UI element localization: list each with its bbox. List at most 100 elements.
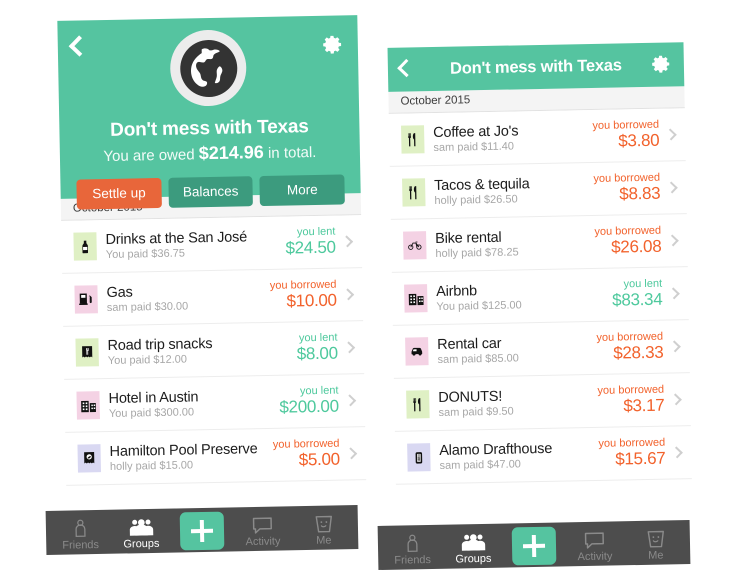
expense-row[interactable]: Drinks at the San José You paid $36.75 you… [61,215,363,274]
expense-share-label: you lent [623,277,663,291]
expense-share-label: you lent [298,331,338,345]
expense-payer: You paid $36.75 [105,247,186,261]
tab-friends[interactable]: Friends [50,518,111,555]
expense-payer: sam paid $11.40 [433,139,515,154]
group-header-right: Don't mess with Texas [387,42,685,92]
group-icon [111,517,172,538]
expense-share: you borrowed $10.00 [270,279,337,312]
expense-text: Rental car sam paid $85.00 [437,333,597,365]
plus-icon [523,535,545,557]
back-chevron-icon[interactable] [68,35,90,57]
chevron-right-icon [341,235,354,248]
expense-share-amount: $8.83 [619,183,661,204]
bottom-tabbar-left: Friends Groups Activity Me [45,505,359,555]
expense-row[interactable]: Tacos & tequila holly paid $26.50 you borr… [389,161,687,220]
expense-row[interactable]: DONUTS! sam paid $9.50 you borrowed $3.17 [393,373,691,432]
expense-row[interactable]: Road trip snacks You paid $12.00 you lent $… [63,321,365,380]
speech-bubble-icon [232,514,293,535]
expense-share: you borrowed $3.80 [592,119,659,152]
add-expense-tile[interactable] [511,526,557,566]
expense-share: you borrowed $28.33 [596,331,663,364]
group-balance-summary: You are owed $214.96 in total. [74,140,346,166]
gear-icon[interactable] [322,33,344,55]
expense-payer: sam paid $47.00 [439,457,521,472]
expense-share-label: you lent [299,384,339,398]
tab-label: Friends [394,553,432,567]
tab-label: Groups [455,552,492,566]
expense-payer: holly paid $26.50 [434,192,518,207]
chevron-right-icon [665,181,678,194]
expense-share-amount: $8.00 [296,343,338,364]
balances-button[interactable]: Balances [168,176,254,208]
expense-text: Coffee at Jo's sam paid $11.40 [433,121,593,154]
chevron-right-icon [668,340,681,353]
expense-row[interactable]: Bike rental holly paid $78.25 you borrowed… [390,214,688,273]
chevron-right-icon [345,447,358,460]
add-expense-tile[interactable] [179,511,225,551]
expense-row[interactable]: Hamilton Pool Preserve holly paid $15.00 y… [65,427,367,486]
expense-share: you borrowed $26.08 [594,225,661,258]
expense-row[interactable]: Alamo Drafthouse sam paid $47.00 you borro… [394,426,692,485]
expense-row[interactable]: Rental car sam paid $85.00 you borrowed $28… [392,320,690,379]
back-chevron-icon[interactable] [397,58,416,78]
expense-text: Drinks at the San José You paid $36.75 [105,228,285,261]
expense-payer: You paid $300.00 [108,405,195,420]
car-icon [405,337,429,366]
globe-avatar-icon [179,38,238,98]
expense-text: Bike rental holly paid $78.25 [435,227,595,259]
more-button[interactable]: More [259,174,345,207]
group-header-left: Don't mess with Texas You are owed $214.… [57,15,361,210]
cutlery-icon [402,178,426,207]
plus-icon [191,520,213,542]
film-icon [407,443,431,472]
expense-share-amount: $5.00 [298,449,340,470]
add-expense-button[interactable] [503,526,565,567]
smiley-cup-icon [293,513,354,534]
expense-row[interactable]: Hotel in Austin You paid $300.00 you lent $… [64,374,366,433]
person-icon [382,533,443,554]
expense-share: you borrowed $15.67 [598,437,665,470]
group-action-buttons: Settle up Balances More [74,174,347,210]
expense-row[interactable]: Airbnb You paid $125.00 you lent $83.34 [391,267,689,326]
group-title: Don't mess with Texas [449,55,622,78]
expense-share-amount: $15.67 [615,448,666,469]
cutlery-icon [406,390,430,419]
chevron-right-icon [667,287,680,300]
expense-payer: sam paid $85.00 [437,351,519,366]
expense-title: Bike rental [435,229,502,247]
tab-friends[interactable]: Friends [382,533,443,570]
expense-share-amount: $3.80 [618,130,660,151]
tab-me[interactable]: Me [293,513,354,550]
expense-share: you borrowed $8.83 [593,172,660,205]
add-expense-button[interactable] [171,511,233,552]
chevron-right-icon [670,446,683,459]
expense-payer: You paid $125.00 [436,298,522,313]
tab-groups[interactable]: Groups [443,532,504,569]
group-avatar[interactable] [169,29,247,107]
expense-share-amount: $83.34 [612,289,663,310]
gear-icon[interactable] [651,53,672,74]
tab-activity[interactable]: Activity [232,514,293,551]
balance-suffix: in total. [267,143,317,162]
expense-text: Gas sam paid $30.00 [106,281,270,313]
tab-groups[interactable]: Groups [111,517,172,554]
settle-up-button[interactable]: Settle up [76,177,162,210]
chevron-right-icon [669,393,682,406]
tab-me[interactable]: Me [625,528,686,565]
expense-share-amount: $3.17 [623,395,665,416]
person-icon [50,518,111,539]
tab-label: Me [316,534,332,547]
expense-title: Hotel in Austin [108,388,199,407]
group-title: Don't mess with Texas [110,116,309,141]
expense-share: you lent $8.00 [296,332,338,364]
tab-label: Friends [62,538,100,552]
expense-share: you lent $83.34 [612,278,663,311]
tab-activity[interactable]: Activity [564,529,625,566]
bottom-tabbar-right: Friends Groups Activity Me [377,520,691,570]
expense-text: Road trip snacks You paid $12.00 [107,334,296,367]
expense-list-left: Drinks at the San José You paid $36.75 you… [61,215,367,486]
chevron-right-icon [342,288,355,301]
cutlery-icon [401,125,425,154]
expense-row[interactable]: Coffee at Jo's sam paid $11.40 you borrowe… [388,108,686,167]
expense-row[interactable]: Gas sam paid $30.00 you borrowed $10.00 [62,268,364,327]
